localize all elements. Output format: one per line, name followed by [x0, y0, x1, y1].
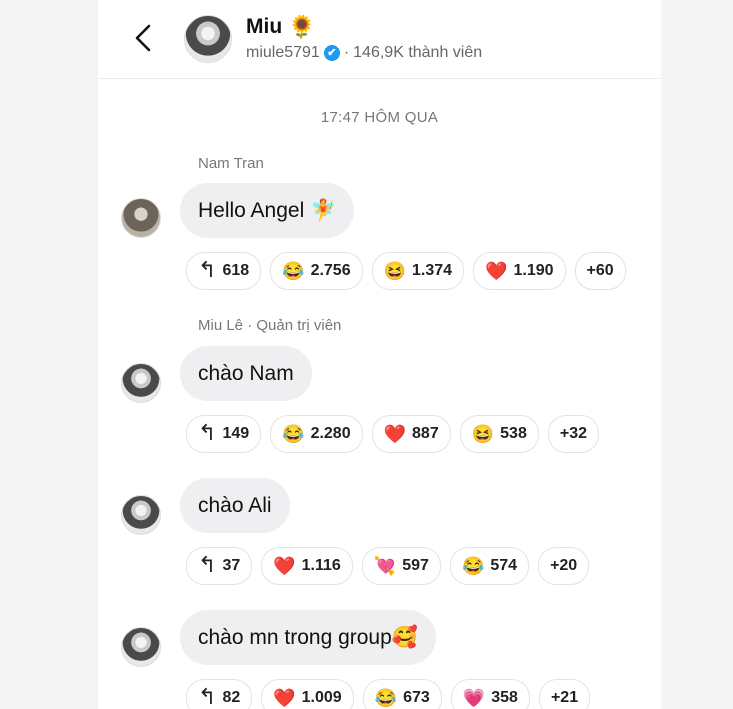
heart-with-arrow-icon: 💘: [373, 556, 397, 576]
reply-count-button[interactable]: ↰ 149: [186, 415, 262, 453]
member-count: 146,9K thành viên: [353, 44, 483, 61]
tears-of-joy-icon: 😂: [282, 424, 305, 444]
reply-arrow-icon: ↰: [198, 551, 217, 577]
reaction-count: 2.280: [310, 425, 351, 442]
reaction-bar: ↰ 37 ❤️ 1.116 💘 597 😂 574 +20: [186, 547, 590, 585]
more-reactions-count: +32: [559, 425, 587, 442]
chevron-left-icon[interactable]: [132, 22, 156, 54]
reaction-count: 673: [403, 689, 430, 706]
reaction-count: 1.190: [513, 262, 554, 279]
reaction-pill[interactable]: 😆 1.374: [371, 252, 465, 290]
reaction-bar: ↰ 618 😂 2.756 😆 1.374 ❤️ 1.190 +60: [186, 252, 626, 290]
reply-count-button[interactable]: ↰ 82: [186, 679, 253, 709]
more-reactions-button[interactable]: +20: [538, 547, 590, 585]
more-reactions-count: +20: [550, 557, 578, 574]
reaction-pill[interactable]: 😂 2.280: [270, 415, 363, 453]
reaction-count: 887: [412, 425, 439, 442]
reaction-count: 2.756: [310, 262, 351, 279]
reaction-pill[interactable]: 😆 538: [459, 415, 539, 453]
reply-count-button[interactable]: ↰ 37: [186, 547, 253, 585]
more-reactions-button[interactable]: +21: [538, 679, 591, 709]
grinning-squint-icon: 😆: [383, 261, 407, 281]
more-reactions-count: +21: [550, 689, 579, 706]
reaction-pill[interactable]: ❤️ 1.009: [261, 679, 354, 709]
channel-avatar[interactable]: [184, 15, 232, 63]
reply-count: 37: [222, 557, 241, 574]
reaction-count: 597: [402, 557, 429, 574]
grinning-squint-icon: 😆: [471, 424, 495, 444]
reaction-count: 1.116: [301, 557, 341, 574]
reaction-pill[interactable]: 😂 673: [362, 679, 442, 709]
reaction-pill[interactable]: 😂 2.756: [270, 252, 363, 290]
message-bubble[interactable]: Hello Angel 🧚: [180, 183, 355, 238]
reply-arrow-icon: ↰: [198, 256, 217, 282]
message-sender: Nam Tran: [198, 155, 264, 172]
sunflower-icon: 🌻: [288, 14, 316, 39]
reply-arrow-icon: ↰: [198, 683, 217, 709]
reaction-pill[interactable]: ❤️ 1.190: [473, 252, 566, 290]
channel-title: Miu: [246, 15, 283, 38]
reaction-count: 538: [500, 425, 527, 442]
reaction-pill[interactable]: 💘 597: [361, 547, 441, 585]
sender-avatar[interactable]: [121, 198, 161, 238]
more-reactions-button[interactable]: +60: [574, 252, 626, 290]
reaction-pill[interactable]: ❤️ 887: [371, 415, 451, 453]
message-bubble[interactable]: chào Ali: [180, 478, 290, 533]
reaction-count: 574: [490, 557, 518, 574]
more-reactions-button[interactable]: +32: [547, 415, 599, 453]
red-heart-icon: ❤️: [485, 261, 508, 281]
reply-count-button[interactable]: ↰ 618: [186, 252, 262, 290]
subtitle-separator: ·: [343, 44, 350, 61]
channel-header: Miu 🌻 miule5791 ✔ · 146,9K thành viên: [98, 0, 661, 79]
red-heart-icon: ❤️: [273, 688, 296, 708]
verified-badge-icon: ✔: [323, 45, 340, 61]
reaction-pill[interactable]: 😂 574: [449, 547, 530, 585]
tears-of-joy-icon: 😂: [282, 261, 305, 281]
reply-arrow-icon: ↰: [198, 419, 217, 445]
reaction-bar: ↰ 149 😂 2.280 ❤️ 887 😆 538 +32: [186, 415, 599, 453]
chat-window: Miu 🌻 miule5791 ✔ · 146,9K thành viên 17…: [98, 0, 661, 709]
reply-count: 618: [222, 262, 250, 279]
channel-username: miule5791: [246, 44, 320, 61]
red-heart-icon: ❤️: [273, 556, 296, 576]
channel-subtitle: miule5791 ✔ · 146,9K thành viên: [246, 44, 482, 62]
sender-avatar[interactable]: [121, 363, 161, 403]
message-sender: Miu Lê · Quản trị viên: [198, 317, 342, 334]
reaction-count: 358: [491, 689, 518, 706]
red-heart-icon: ❤️: [383, 424, 407, 444]
reply-count: 82: [222, 689, 241, 706]
sender-avatar[interactable]: [121, 627, 161, 667]
timestamp-divider: 17:47 HÔM QUA: [320, 109, 439, 126]
growing-heart-icon: 💗: [462, 688, 486, 708]
more-reactions-count: +60: [586, 262, 614, 279]
reaction-pill[interactable]: ❤️ 1.116: [261, 547, 353, 585]
reaction-pill[interactable]: 💗 358: [450, 679, 530, 709]
reaction-count: 1.009: [301, 689, 342, 706]
reaction-count: 1.374: [412, 262, 453, 279]
sender-avatar[interactable]: [121, 495, 161, 535]
message-bubble[interactable]: chào Nam: [180, 346, 312, 401]
reply-count: 149: [222, 425, 250, 442]
tears-of-joy-icon: 😂: [374, 688, 398, 708]
reaction-bar: ↰ 82 ❤️ 1.009 😂 673 💗 358 +21: [186, 679, 591, 709]
tears-of-joy-icon: 😂: [461, 556, 485, 576]
channel-title-row[interactable]: Miu 🌻: [246, 15, 316, 39]
message-bubble[interactable]: chào mn trong group🥰: [180, 610, 436, 665]
